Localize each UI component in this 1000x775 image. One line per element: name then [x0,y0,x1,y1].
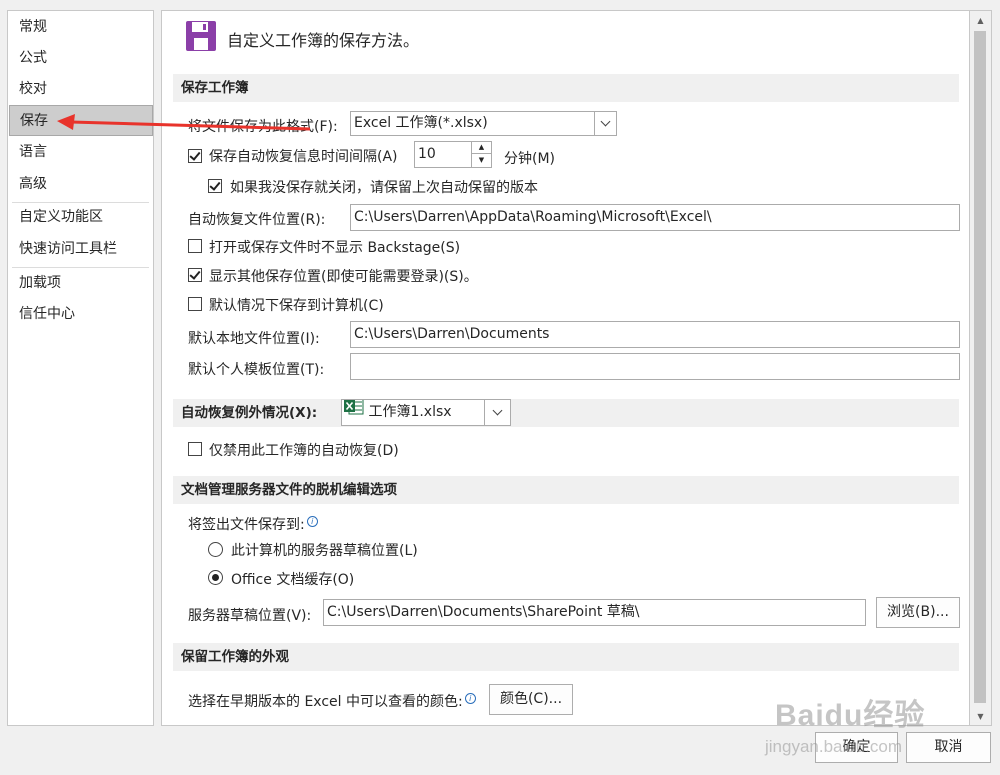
stepper-down-icon[interactable]: ▼ [472,154,491,166]
disable-autorecover-label: 仅禁用此工作簿的自动恢复(D) [209,443,399,459]
server-drafts-location-input[interactable]: C:\Users\Darren\Documents\SharePoint 草稿\ [323,599,866,626]
sidebar-item-trust-center[interactable]: 信任中心 [9,299,153,330]
scroll-down-icon[interactable]: ▼ [970,707,991,725]
autorecover-minutes-value: 10 [418,146,436,162]
show-additional-places-checkbox[interactable] [188,268,202,282]
keep-last-version-label: 如果我没保存就关闭，请保留上次自动保留的版本 [230,180,538,196]
local-file-location-label: 默认本地文件位置(I): [188,331,320,347]
annotation-arrow-icon [57,114,311,131]
autorecover-exceptions-label: 自动恢复例外情况(X): [181,405,318,421]
no-backstage-label: 打开或保存文件时不显示 Backstage(S) [209,240,461,256]
save-checked-out-label: 将签出文件保存到: i [188,514,318,534]
sidebar-item-customize-ribbon[interactable]: 自定义功能区 [9,202,153,233]
watermark-brand: Baidu经验 [775,699,926,732]
info-icon[interactable]: i [306,516,318,527]
office-cache-radio-label: Office 文档缓存(O) [231,572,355,588]
sidebar-item-add-ins[interactable]: 加载项 [9,268,153,299]
office-cache-radio[interactable] [208,570,223,585]
browse-button[interactable]: 浏览(B)... [876,597,960,628]
scrollbar-thumb[interactable] [974,31,986,703]
autorecover-location-input[interactable]: C:\Users\Darren\AppData\Roaming\Microsof… [350,204,960,231]
stepper-buttons: ▲ ▼ [471,142,491,167]
no-backstage-checkbox[interactable] [188,239,202,253]
exceptions-workbook-value: 工作簿1.xlsx [368,404,452,420]
colors-label: 选择在早期版本的 Excel 中可以查看的颜色: i [188,691,476,711]
save-format-dropdown[interactable]: Excel 工作簿(*.xlsx) [350,111,617,136]
sidebar-item-quick-access-toolbar[interactable]: 快速访问工具栏 [9,234,153,265]
disable-autorecover-checkbox[interactable] [188,442,202,456]
template-location-label: 默认个人模板位置(T): [188,362,325,378]
sidebar-item-advanced[interactable]: 高级 [9,169,153,200]
section-preserve-appearance: 保留工作簿的外观 [173,643,959,671]
save-to-computer-label: 默认情况下保存到计算机(C) [209,298,384,314]
scroll-up-icon[interactable]: ▲ [970,11,991,29]
server-drafts-radio-label: 此计算机的服务器草稿位置(L) [231,543,418,559]
save-format-value: Excel 工作簿(*.xlsx) [354,115,488,131]
autorecover-location-label: 自动恢复文件位置(R): [188,212,326,228]
sidebar-item-formulas[interactable]: 公式 [9,43,153,74]
sidebar-item-proofing[interactable]: 校对 [9,74,153,105]
chevron-down-icon [594,112,616,135]
server-drafts-radio[interactable] [208,542,223,557]
save-to-computer-checkbox[interactable] [188,297,202,311]
cancel-button[interactable]: 取消 [906,732,991,763]
local-file-location-input[interactable]: C:\Users\Darren\Documents [350,321,960,348]
page-title: 自定义工作簿的保存方法。 [227,31,420,50]
section-autorecover-exceptions: 自动恢复例外情况(X): [173,399,959,427]
exceptions-workbook-dropdown[interactable]: 工作簿1.xlsx [341,399,511,426]
autorecover-label: 保存自动恢复信息时间间隔(A) [209,149,398,165]
colors-label-text: 选择在早期版本的 Excel 中可以查看的颜色: [188,694,463,710]
section-save-workbooks: 保存工作簿 [173,74,959,102]
excel-file-icon [344,400,364,424]
colors-button[interactable]: 颜色(C)... [489,684,573,715]
show-additional-places-label: 显示其他保存位置(即使可能需要登录)(S)。 [209,269,478,285]
minutes-label: 分钟(M) [504,151,556,167]
info-icon[interactable]: i [464,693,476,704]
server-drafts-location-label: 服务器草稿位置(V): [188,608,312,624]
section-offline-editing: 文档管理服务器文件的脱机编辑选项 [173,476,959,504]
autorecover-checkbox[interactable] [188,149,202,163]
sidebar-item-language[interactable]: 语言 [9,137,153,168]
vertical-scrollbar[interactable]: ▲ ▼ [970,10,992,726]
keep-last-version-checkbox[interactable] [208,179,222,193]
save-icon [185,20,217,56]
sidebar-item-general[interactable]: 常规 [9,12,153,43]
autorecover-minutes-stepper[interactable]: 10 ▲ ▼ [414,141,492,168]
template-location-input[interactable] [350,353,960,380]
save-checked-out-text: 将签出文件保存到: [188,517,305,533]
watermark-url: jingyan.baidu.com [765,737,903,756]
chevron-down-icon [484,400,510,425]
